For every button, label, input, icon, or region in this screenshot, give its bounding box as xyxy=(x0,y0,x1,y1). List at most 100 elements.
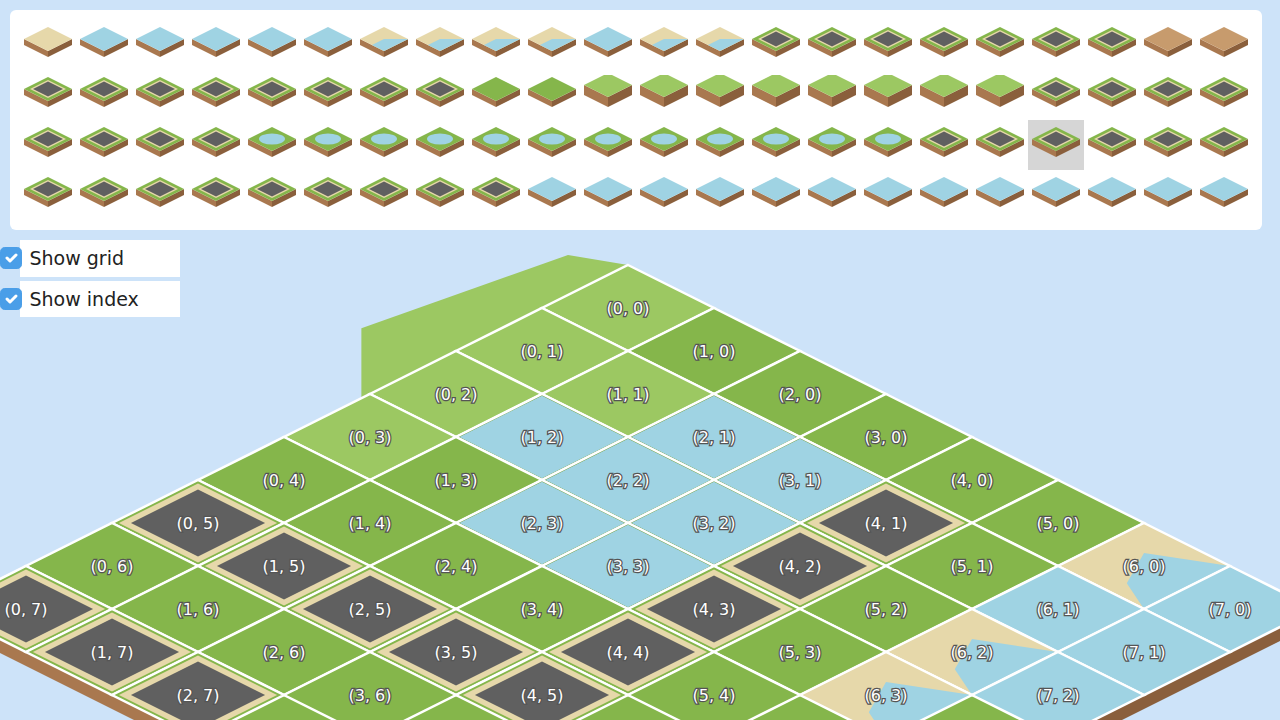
palette-tile[interactable] xyxy=(916,170,972,220)
palette-tile[interactable] xyxy=(468,20,524,70)
palette-tile[interactable] xyxy=(300,170,356,220)
palette-tile[interactable] xyxy=(1084,70,1140,120)
palette-tile[interactable] xyxy=(804,170,860,220)
palette-tile[interactable] xyxy=(20,120,76,170)
palette-tile[interactable] xyxy=(748,70,804,120)
palette-tile[interactable] xyxy=(468,170,524,220)
palette-tile[interactable] xyxy=(188,120,244,170)
palette-tile[interactable] xyxy=(356,20,412,70)
palette-tile[interactable] xyxy=(412,120,468,170)
palette-tile[interactable] xyxy=(300,20,356,70)
palette-tile[interactable] xyxy=(748,20,804,70)
palette-tile[interactable] xyxy=(580,170,636,220)
map-tile[interactable] xyxy=(972,652,1144,720)
palette-tile[interactable] xyxy=(132,70,188,120)
palette-tile[interactable] xyxy=(580,120,636,170)
palette-tile[interactable] xyxy=(636,20,692,70)
palette-tile[interactable] xyxy=(468,70,524,120)
palette-tile[interactable] xyxy=(356,170,412,220)
palette-tile[interactable] xyxy=(804,70,860,120)
palette-tile[interactable] xyxy=(1028,170,1084,220)
palette-tile[interactable] xyxy=(1084,20,1140,70)
palette-tile[interactable] xyxy=(972,120,1028,170)
palette-tile[interactable] xyxy=(692,70,748,120)
palette-tile[interactable] xyxy=(972,170,1028,220)
palette-tile[interactable] xyxy=(132,120,188,170)
palette-tile[interactable] xyxy=(1196,70,1252,120)
palette-tile[interactable] xyxy=(580,20,636,70)
option-checkbox[interactable] xyxy=(0,247,22,269)
palette-tile[interactable] xyxy=(300,120,356,170)
palette-tile[interactable] xyxy=(972,20,1028,70)
palette-tile[interactable] xyxy=(804,120,860,170)
palette-tile[interactable] xyxy=(1140,170,1196,220)
palette-tile[interactable] xyxy=(860,120,916,170)
palette-tile[interactable] xyxy=(1084,170,1140,220)
palette-tile[interactable] xyxy=(20,170,76,220)
palette-tile[interactable] xyxy=(244,170,300,220)
palette-tile[interactable] xyxy=(76,70,132,120)
palette-tile[interactable] xyxy=(356,70,412,120)
option-row[interactable]: Show grid xyxy=(20,240,180,277)
palette-tile[interactable] xyxy=(1196,20,1252,70)
palette-tile[interactable] xyxy=(244,20,300,70)
palette-tile[interactable] xyxy=(1140,120,1196,170)
palette-tile[interactable] xyxy=(1028,20,1084,70)
palette-tile[interactable] xyxy=(412,20,468,70)
palette-tile[interactable] xyxy=(1140,70,1196,120)
map-tile[interactable] xyxy=(800,652,972,720)
palette-tile[interactable] xyxy=(916,20,972,70)
palette-tile[interactable] xyxy=(860,170,916,220)
palette-tile[interactable] xyxy=(356,120,412,170)
tile-index: (1, 1) xyxy=(606,385,649,404)
palette-tile[interactable] xyxy=(188,170,244,220)
palette-tile[interactable] xyxy=(1140,20,1196,70)
palette-tile[interactable] xyxy=(188,20,244,70)
palette-tile[interactable] xyxy=(20,70,76,120)
palette-tile[interactable] xyxy=(1084,120,1140,170)
palette-tile[interactable] xyxy=(1196,120,1252,170)
map-tile[interactable] xyxy=(456,652,628,720)
palette-tile[interactable] xyxy=(916,70,972,120)
palette-tile[interactable] xyxy=(188,70,244,120)
map-tile[interactable] xyxy=(628,652,800,720)
palette-tile[interactable] xyxy=(300,70,356,120)
palette-tile[interactable] xyxy=(524,170,580,220)
palette-tile[interactable] xyxy=(244,70,300,120)
palette-tile[interactable] xyxy=(692,170,748,220)
palette-tile[interactable] xyxy=(76,120,132,170)
palette-tile[interactable] xyxy=(636,70,692,120)
palette-tile[interactable] xyxy=(20,20,76,70)
palette-tile[interactable] xyxy=(972,70,1028,120)
palette-tile[interactable] xyxy=(524,70,580,120)
palette-tile[interactable] xyxy=(132,170,188,220)
palette-tile[interactable] xyxy=(132,20,188,70)
map-tile[interactable] xyxy=(284,652,456,720)
palette-tile[interactable] xyxy=(916,120,972,170)
palette-tile[interactable] xyxy=(692,20,748,70)
palette-tile[interactable] xyxy=(412,70,468,120)
palette-tile[interactable] xyxy=(1028,120,1084,170)
palette-tile[interactable] xyxy=(1196,170,1252,220)
map-tile[interactable] xyxy=(112,652,284,720)
option-row[interactable]: Show index xyxy=(20,281,180,318)
palette-tile[interactable] xyxy=(580,70,636,120)
palette-tile[interactable] xyxy=(636,170,692,220)
palette-tile[interactable] xyxy=(468,120,524,170)
palette-tile[interactable] xyxy=(524,120,580,170)
palette-tile[interactable] xyxy=(860,70,916,120)
palette-tile[interactable] xyxy=(860,20,916,70)
grid-cell xyxy=(628,652,800,720)
palette-tile[interactable] xyxy=(412,170,468,220)
option-checkbox[interactable] xyxy=(0,288,22,310)
palette-tile[interactable] xyxy=(244,120,300,170)
palette-tile[interactable] xyxy=(748,170,804,220)
palette-tile[interactable] xyxy=(804,20,860,70)
palette-tile[interactable] xyxy=(748,120,804,170)
palette-tile[interactable] xyxy=(76,20,132,70)
palette-tile[interactable] xyxy=(692,120,748,170)
palette-tile[interactable] xyxy=(524,20,580,70)
palette-tile[interactable] xyxy=(1028,70,1084,120)
palette-tile[interactable] xyxy=(76,170,132,220)
palette-tile[interactable] xyxy=(636,120,692,170)
